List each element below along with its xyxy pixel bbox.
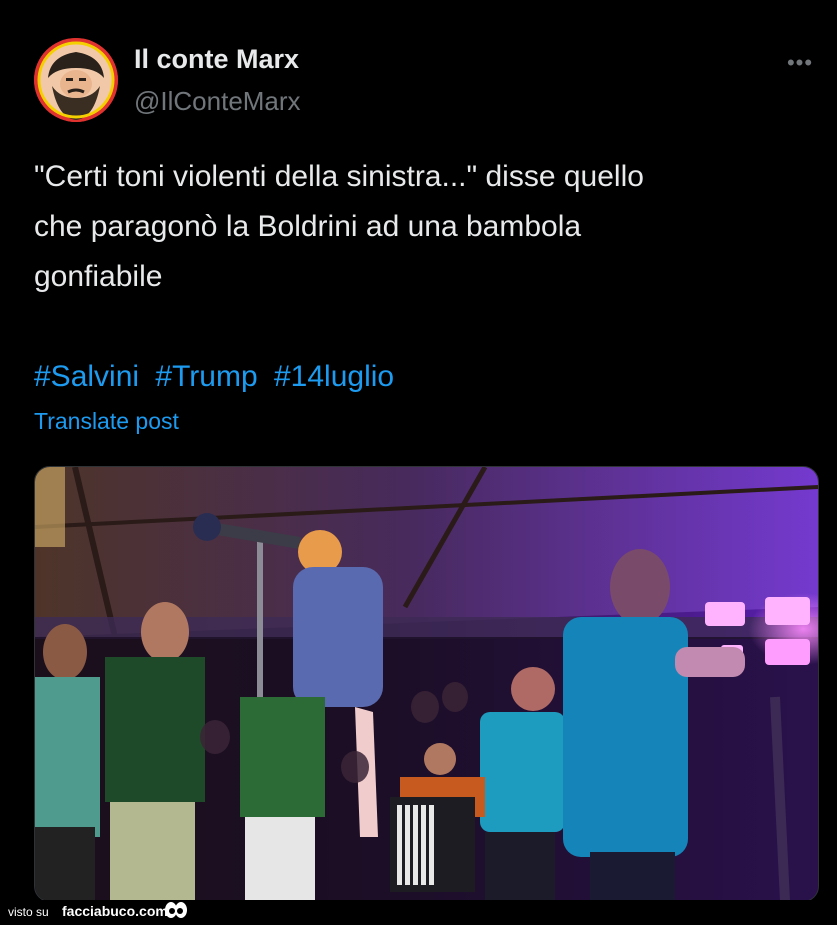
visto-su-label: visto su bbox=[8, 905, 49, 919]
tweet-text: "Certi toni violenti della sinistra..." … bbox=[34, 152, 794, 302]
hashtag-trump[interactable]: #Trump bbox=[155, 360, 257, 393]
facciabuco-brand[interactable]: facciabuco.com bbox=[62, 903, 168, 919]
concert-stage-photo bbox=[35, 467, 818, 901]
tweet-text-line: "Certi toni violenti della sinistra..." … bbox=[34, 160, 644, 193]
translate-post-link[interactable]: Translate post bbox=[34, 408, 179, 435]
cartoon-eyes-icon bbox=[165, 902, 187, 918]
avatar[interactable] bbox=[34, 38, 118, 122]
more-icon[interactable]: ••• bbox=[780, 50, 820, 75]
hashtag-14luglio[interactable]: #14luglio bbox=[274, 360, 394, 393]
author-handle[interactable]: @IlConteMarx bbox=[134, 86, 301, 117]
tweet-text-line: che paragonò la Boldrini ad una bambola bbox=[34, 210, 582, 243]
tweet-card: Il conte Marx @IlConteMarx ••• "Certi to… bbox=[0, 0, 837, 902]
bearded-man-portrait-icon bbox=[34, 38, 118, 122]
hashtag-list: #Salvini #Trump #14luglio bbox=[34, 352, 402, 402]
hashtag-salvini[interactable]: #Salvini bbox=[34, 360, 139, 393]
tweet-media-image[interactable] bbox=[34, 466, 819, 902]
tweet-text-line: gonfiabile bbox=[34, 260, 163, 293]
author-display-name[interactable]: Il conte Marx bbox=[134, 44, 299, 75]
